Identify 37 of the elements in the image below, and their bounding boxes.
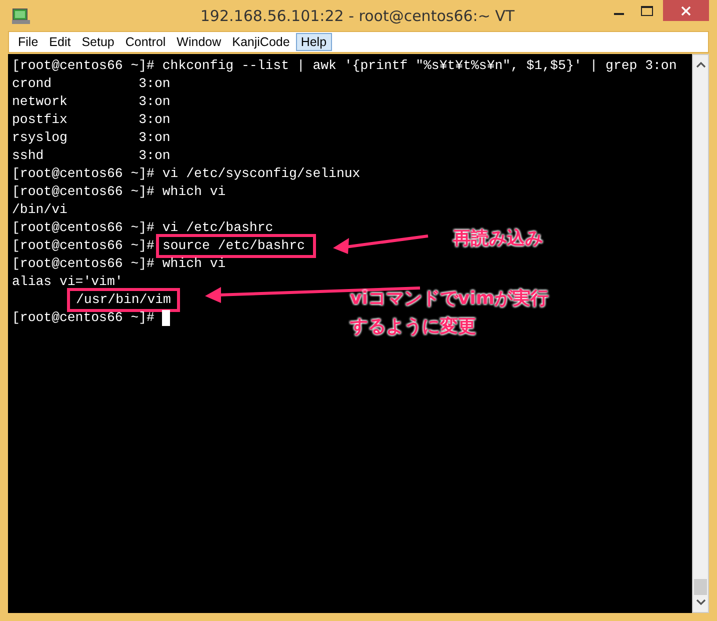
close-button[interactable] — [662, 0, 709, 21]
scroll-down-icon — [696, 599, 706, 606]
terminal-line: [root@centos66 ~]# which vi — [12, 255, 226, 273]
terminal-line: [root@centos66 ~]# vi /etc/sysconfig/selinux — [12, 165, 360, 183]
terminal-line: network 3:on — [12, 93, 170, 111]
callout-text: viコマンドでvimが実行 — [350, 287, 549, 311]
terminal-line: /bin/vi — [12, 201, 68, 219]
terminal-line: alias vi='vim' — [12, 273, 123, 291]
callout-text: するように変更 — [350, 315, 477, 339]
menu-item[interactable]: Window — [172, 33, 226, 51]
menu-item[interactable]: Help — [296, 33, 332, 51]
terminal-line: [root@centos66 ~]# which vi — [12, 183, 226, 201]
window-title: 192.168.56.101:22 - root@centos66:~ VT — [199, 6, 515, 24]
menu-item[interactable]: Control — [120, 33, 171, 51]
terminal-line: postfix 3:on — [12, 111, 170, 129]
terminal-prompt: [root@centos66 ~]# — [12, 237, 154, 255]
terminal-line: crond 3:on — [12, 75, 170, 93]
menu-item[interactable]: Setup — [76, 33, 120, 51]
terminal-line: [root@centos66 ~]# vi /etc/bashrc — [12, 219, 274, 237]
terminal-line: [root@centos66 ~]# chkconfig --list | awk '{printf "%s¥t¥t%s¥n", $1,$5}' | grep 3:on — [12, 57, 677, 75]
maximize-icon — [640, 6, 653, 16]
cursor — [162, 310, 170, 326]
terminal-icon — [12, 8, 30, 24]
menu-item[interactable]: Edit — [44, 33, 76, 51]
scroll-up-icon — [696, 61, 706, 68]
terminal-line: sshd 3:on — [12, 147, 170, 165]
terminal-line: rsyslog 3:on — [12, 129, 170, 147]
close-icon — [680, 6, 691, 16]
callout-text: 再読み込み — [453, 227, 543, 251]
scroll-thumb[interactable] — [694, 579, 707, 595]
minimize-icon — [614, 12, 624, 14]
menu-item[interactable]: File — [13, 33, 44, 51]
terminal-line: /usr/bin/vim — [76, 292, 171, 307]
terminal-line: [root@centos66 ~]# — [12, 309, 154, 327]
terminal-line: source /etc/bashrc — [162, 238, 305, 253]
scrollbar[interactable] — [692, 54, 709, 613]
menu-item[interactable]: KanjiCode — [227, 33, 295, 51]
